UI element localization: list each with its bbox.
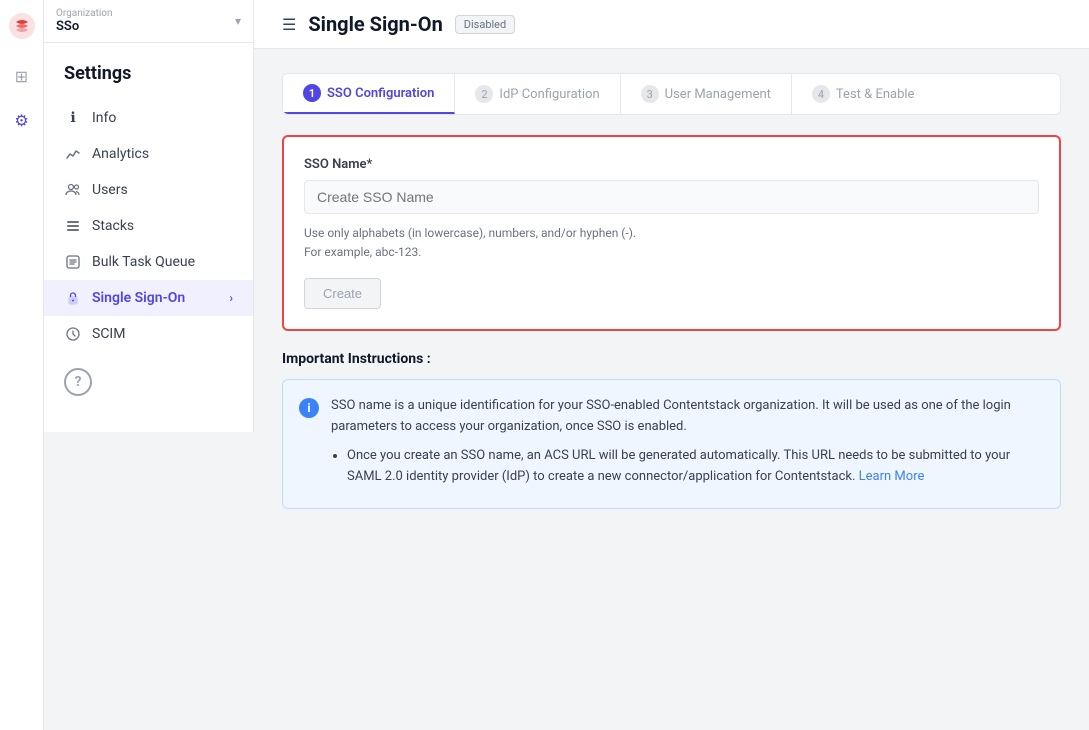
org-name: SSo <box>56 19 113 34</box>
sso-name-input[interactable] <box>304 180 1039 214</box>
main-content: ☰ Single Sign-On Disabled 1 SSO Configur… <box>254 0 1089 730</box>
info-circle-icon: i <box>299 398 319 418</box>
analytics-icon <box>64 145 82 163</box>
tab-test-enable[interactable]: 4 Test & Enable <box>792 74 935 114</box>
instructions-title: Important Instructions : <box>282 351 1061 367</box>
sidebar-item-single-sign-on[interactable]: Single Sign-On › <box>44 280 253 316</box>
org-chevron-icon: ▾ <box>235 14 241 28</box>
tab-idp-configuration[interactable]: 2 IdP Configuration <box>455 74 620 114</box>
sidebar-item-scim-label: SCIM <box>92 326 125 342</box>
rail-grid-icon[interactable]: ⊞ <box>10 64 34 88</box>
tab-label-user-mgmt: User Management <box>665 87 771 102</box>
stacks-icon <box>64 217 82 235</box>
sidebar-title: Settings <box>44 63 253 100</box>
instructions-text: SSO name is a unique identification for … <box>331 396 1040 491</box>
instruction-bullet1: Once you create an SSO name, an ACS URL … <box>347 446 1040 488</box>
tab-label-test-enable: Test & Enable <box>836 87 915 102</box>
sidebar-item-info-label: Info <box>92 110 116 126</box>
help-button[interactable]: ? <box>64 368 92 396</box>
settings-sidebar: Settings ℹ Info Analytics Users <box>44 43 254 432</box>
sidebar-item-users[interactable]: Users <box>44 172 253 208</box>
sidebar-item-scim[interactable]: SCIM <box>44 316 253 352</box>
sso-name-label: SSO Name* <box>304 157 1039 172</box>
instruction-line1: SSO name is a unique identification for … <box>331 398 1011 434</box>
sso-name-hint: Use only alphabets (in lowercase), numbe… <box>304 224 1039 262</box>
tab-user-management[interactable]: 3 User Management <box>621 74 792 114</box>
org-bar[interactable]: Organization SSo ▾ <box>44 0 254 43</box>
page-title: Single Sign-On <box>308 12 442 36</box>
tab-num-2: 2 <box>475 85 493 103</box>
tab-num-1: 1 <box>303 84 321 102</box>
users-icon <box>64 181 82 199</box>
tab-num-3: 3 <box>641 85 659 103</box>
sidebar-item-bulk-task-label: Bulk Task Queue <box>92 254 195 270</box>
learn-more-link[interactable]: Learn More <box>859 469 925 484</box>
info-icon: ℹ <box>64 109 82 127</box>
tab-label-idp: IdP Configuration <box>499 87 599 102</box>
sidebar-item-analytics[interactable]: Analytics <box>44 136 253 172</box>
instructions-section: Important Instructions : i SSO name is a… <box>282 351 1061 508</box>
tab-sso-configuration[interactable]: 1 SSO Configuration <box>283 74 455 114</box>
tabs-bar: 1 SSO Configuration 2 IdP Configuration … <box>282 73 1061 115</box>
bulk-task-icon <box>64 253 82 271</box>
sso-lock-icon <box>64 289 82 307</box>
topbar: ☰ Single Sign-On Disabled <box>254 0 1089 49</box>
sidebar-item-users-label: Users <box>92 182 128 198</box>
sidebar-item-bulk-task-queue[interactable]: Bulk Task Queue <box>44 244 253 280</box>
scim-icon <box>64 325 82 343</box>
icon-rail: ⊞ ⚙ <box>0 0 44 730</box>
sidebar-item-stacks-label: Stacks <box>92 218 134 234</box>
menu-icon[interactable]: ☰ <box>282 15 296 34</box>
sidebar-item-analytics-label: Analytics <box>92 146 149 162</box>
hint-line1: Use only alphabets (in lowercase), numbe… <box>304 226 636 240</box>
instructions-card: i SSO name is a unique identification fo… <box>282 379 1061 508</box>
sidebar-item-info[interactable]: ℹ Info <box>44 100 253 136</box>
tab-label-sso-config: SSO Configuration <box>327 86 434 101</box>
create-button[interactable]: Create <box>304 278 381 309</box>
app-logo[interactable] <box>8 12 36 40</box>
tab-num-4: 4 <box>812 85 830 103</box>
sso-chevron-icon: › <box>229 291 233 305</box>
sidebar-item-stacks[interactable]: Stacks <box>44 208 253 244</box>
sidebar-bottom: ? <box>44 352 253 412</box>
rail-settings-icon[interactable]: ⚙ <box>10 108 34 132</box>
org-label: Organization <box>56 8 113 19</box>
sidebar-item-sso-label: Single Sign-On <box>92 290 185 306</box>
content-area: 1 SSO Configuration 2 IdP Configuration … <box>254 49 1089 730</box>
hint-line2: For example, abc-123. <box>304 245 421 259</box>
status-badge: Disabled <box>455 15 515 34</box>
sso-name-card: SSO Name* Use only alphabets (in lowerca… <box>282 135 1061 331</box>
